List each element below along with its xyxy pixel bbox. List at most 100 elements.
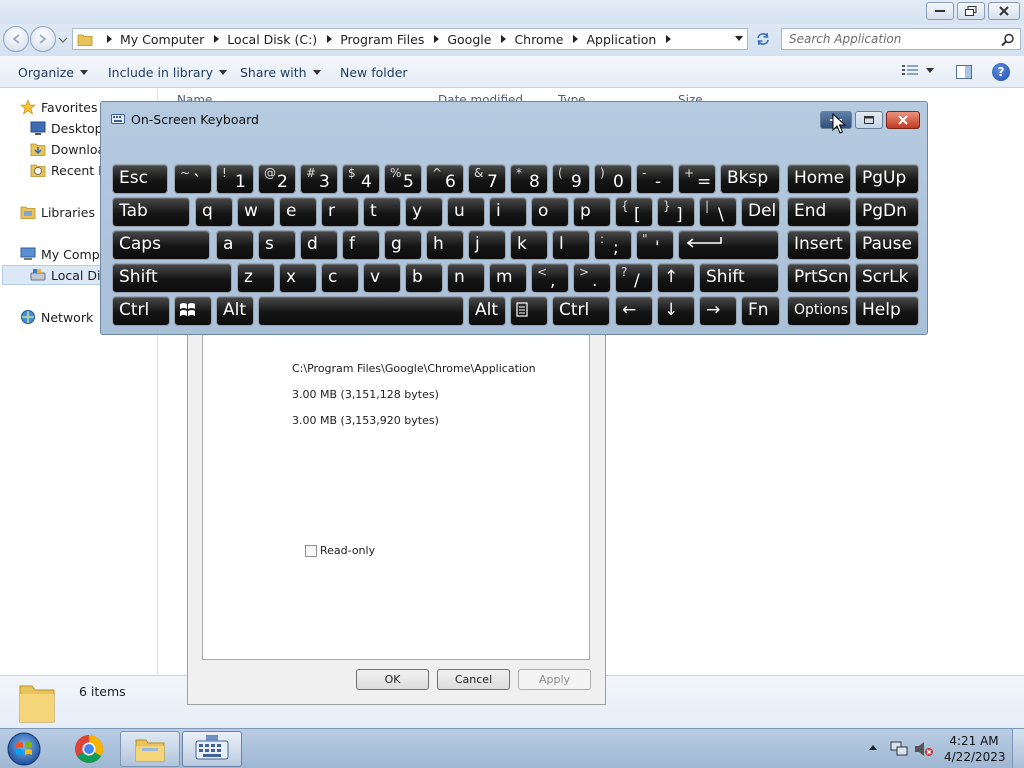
key-win[interactable] (174, 296, 212, 326)
key-w[interactable]: w (237, 197, 275, 227)
read-only-checkbox-row[interactable]: Read-only (305, 544, 375, 557)
key-scrlk[interactable]: ScrLk (855, 263, 919, 293)
key-space[interactable] (258, 296, 464, 326)
key-x[interactable]: x (279, 263, 317, 293)
key-semicolon[interactable]: :; (594, 230, 632, 260)
key-u[interactable]: u (447, 197, 485, 227)
key-c[interactable]: c (321, 263, 359, 293)
key-7[interactable]: & 7 (468, 164, 506, 194)
breadcrumb-application[interactable]: Application (586, 32, 656, 47)
key-k[interactable]: k (510, 230, 548, 260)
search-icon[interactable] (1001, 33, 1015, 47)
breadcrumb-google[interactable]: Google (447, 32, 491, 47)
key-lctrl[interactable]: Ctrl (112, 296, 170, 326)
key-left[interactable]: ← (615, 296, 653, 326)
new-folder-button[interactable]: New folder (340, 65, 408, 80)
key-ralt[interactable]: Alt (468, 296, 506, 326)
key-n[interactable]: n (447, 263, 485, 293)
key-prtscn[interactable]: PrtScn (787, 263, 851, 293)
address-bar[interactable]: My Computer Local Disk (C:) Program File… (72, 28, 748, 50)
key-bksp[interactable]: Bksp (720, 164, 780, 194)
key-5[interactable]: % 5 (384, 164, 422, 194)
restore-button[interactable] (957, 2, 985, 20)
key-i[interactable]: i (489, 197, 527, 227)
breadcrumb-separator-icon[interactable] (214, 35, 220, 43)
key-period[interactable]: >. (573, 263, 611, 293)
key-up[interactable]: ↑ (657, 263, 695, 293)
taskbar-explorer-button[interactable] (120, 731, 180, 767)
breadcrumb-separator-icon[interactable] (327, 35, 333, 43)
cancel-button[interactable]: Cancel (437, 669, 510, 690)
nav-favorites[interactable]: Favorites (20, 99, 97, 115)
volume-muted-icon[interactable] (914, 741, 934, 757)
key-caps[interactable]: Caps (112, 230, 210, 260)
key-down[interactable]: ↓ (657, 296, 695, 326)
show-desktop-button[interactable] (1012, 729, 1024, 768)
key-1[interactable]: ! 1 (216, 164, 254, 194)
key-o[interactable]: o (531, 197, 569, 227)
key-9[interactable]: (9 (552, 164, 590, 194)
recent-pages-chevron-icon[interactable] (58, 35, 68, 45)
key-comma[interactable]: <, (531, 263, 569, 293)
key-g[interactable]: g (384, 230, 422, 260)
key-s[interactable]: s (258, 230, 296, 260)
back-button[interactable] (3, 26, 29, 52)
key-3[interactable]: #3 (300, 164, 338, 194)
breadcrumb-my-computer[interactable]: My Computer (120, 32, 204, 47)
key-enter[interactable] (678, 230, 779, 260)
system-clock[interactable]: 4:21 AM 4/22/2023 (944, 733, 1006, 765)
show-hidden-icons-button[interactable] (869, 745, 877, 750)
key-end[interactable]: End (787, 197, 851, 227)
minimize-button[interactable] (926, 2, 954, 20)
read-only-checkbox[interactable] (305, 544, 317, 557)
key-pgdn[interactable]: PgDn (855, 197, 919, 227)
key-options[interactable]: Options (787, 296, 851, 326)
network-status-icon[interactable] (890, 741, 908, 757)
key-q[interactable]: q (195, 197, 233, 227)
key-h[interactable]: h (426, 230, 464, 260)
apply-button[interactable]: Apply (518, 669, 591, 690)
key-lshift[interactable]: Shift (112, 263, 232, 293)
key-y[interactable]: y (405, 197, 443, 227)
key-l[interactable]: l (552, 230, 590, 260)
help-icon[interactable]: ? (992, 63, 1010, 81)
breadcrumb-local-disk[interactable]: Local Disk (C:) (227, 32, 317, 47)
key-d[interactable]: d (300, 230, 338, 260)
key-p[interactable]: p (573, 197, 611, 227)
refresh-button[interactable] (752, 29, 774, 49)
key-slash[interactable]: ? / (615, 263, 653, 293)
key-rctrl[interactable]: Ctrl (552, 296, 610, 326)
key-backslash[interactable]: | \ (699, 197, 737, 227)
include-in-library-menu[interactable]: Include in library (108, 65, 228, 80)
key-r[interactable]: r (321, 197, 359, 227)
key-tilde[interactable]: ~ ` (174, 164, 212, 194)
key-t[interactable]: t (363, 197, 401, 227)
forward-button[interactable] (30, 26, 56, 52)
key-4[interactable]: $4 (342, 164, 380, 194)
key-fn[interactable]: Fn (741, 296, 780, 326)
share-with-menu[interactable]: Share with (240, 65, 321, 80)
nav-desktop[interactable]: Desktop (30, 120, 103, 136)
taskbar-chrome-button[interactable] (59, 731, 119, 767)
key-b[interactable]: b (405, 263, 443, 293)
breadcrumb-program-files[interactable]: Program Files (340, 32, 424, 47)
key-esc[interactable]: Esc (112, 164, 168, 194)
taskbar-osk-button[interactable] (182, 731, 242, 767)
key-tab[interactable]: Tab (112, 197, 190, 227)
ok-button[interactable]: OK (356, 669, 429, 690)
organize-menu[interactable]: Organize (18, 65, 88, 80)
key-equals[interactable]: + = (678, 164, 716, 194)
key-f[interactable]: f (342, 230, 380, 260)
nav-libraries[interactable]: Libraries (20, 204, 95, 220)
key-rbracket[interactable]: }] (657, 197, 695, 227)
start-button[interactable] (4, 730, 44, 768)
key-j[interactable]: j (468, 230, 506, 260)
breadcrumb-separator-icon[interactable] (573, 35, 579, 43)
key-e[interactable]: e (279, 197, 317, 227)
key-v[interactable]: v (363, 263, 401, 293)
key-pause[interactable]: Pause (855, 230, 919, 260)
address-dropdown-icon[interactable] (735, 36, 743, 41)
key-pgup[interactable]: PgUp (855, 164, 919, 194)
breadcrumb-separator-icon[interactable] (434, 35, 440, 43)
key-help[interactable]: Help (855, 296, 919, 326)
